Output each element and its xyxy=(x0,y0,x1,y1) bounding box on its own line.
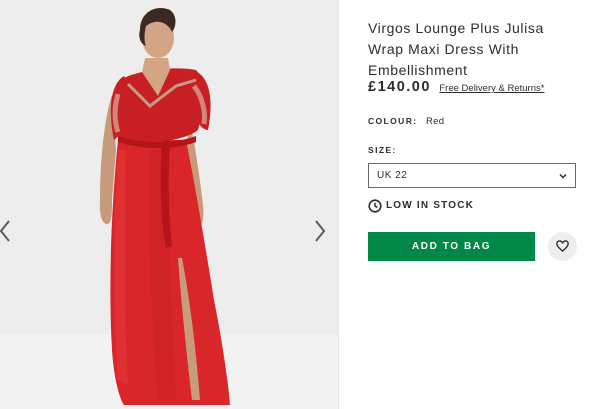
colour-row: COLOUR: Red xyxy=(368,116,444,127)
clock-icon xyxy=(368,199,382,213)
add-to-bag-button[interactable]: ADD TO BAG xyxy=(368,232,535,261)
product-price: £140.00 xyxy=(368,79,431,95)
product-photo xyxy=(0,8,338,409)
save-for-later-button[interactable] xyxy=(548,232,577,261)
chevron-right-icon xyxy=(315,220,326,242)
product-title: Virgos Lounge Plus Julisa Wrap Maxi Dres… xyxy=(368,20,544,78)
previous-image-button[interactable] xyxy=(0,218,13,244)
size-label: SIZE: xyxy=(368,145,397,155)
size-dropdown[interactable]: UK 22 xyxy=(368,163,576,188)
free-delivery-link[interactable]: Free Delivery & Returns* xyxy=(439,83,544,94)
chevron-left-icon xyxy=(0,220,10,242)
chevron-down-icon xyxy=(559,173,567,179)
size-selected-value: UK 22 xyxy=(377,170,408,181)
next-image-button[interactable] xyxy=(312,218,328,244)
heart-icon xyxy=(556,240,569,252)
product-image-gallery xyxy=(0,0,338,409)
stock-status-text: LOW IN STOCK xyxy=(386,200,475,211)
colour-value: Red xyxy=(425,116,445,127)
price-row: £140.00 Free Delivery & Returns* xyxy=(368,78,544,96)
panel-divider xyxy=(338,0,339,409)
colour-label: COLOUR: xyxy=(368,116,418,126)
